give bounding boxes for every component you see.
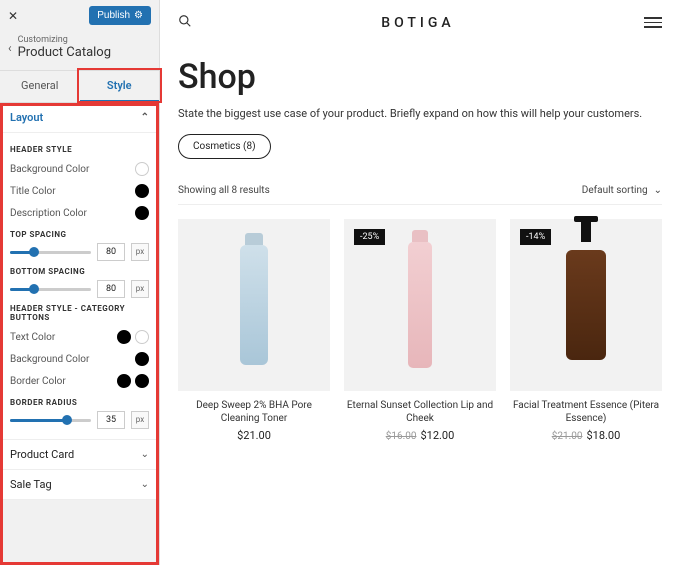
tab-style[interactable]: Style <box>80 71 160 102</box>
site-logo[interactable]: BOTIGA <box>381 15 454 31</box>
sort-dropdown[interactable]: Default sorting ⌄ <box>582 185 662 196</box>
text-color-swatch-2[interactable] <box>135 330 149 344</box>
bottom-spacing-unit[interactable]: px <box>131 280 149 298</box>
border-swatch-1[interactable] <box>117 374 131 388</box>
accordion-sale-tag[interactable]: Sale Tag ⌄ <box>0 470 159 500</box>
bg-color-label: Background Color <box>10 164 89 175</box>
product-price: $16.00$12.00 <box>386 429 455 442</box>
text-color-label: Text Color <box>10 332 55 343</box>
header-style-heading: HEADER STYLE <box>10 145 149 154</box>
section-heading: Customizing Product Catalog <box>18 35 111 60</box>
bg-color-swatch[interactable] <box>135 162 149 176</box>
back-icon[interactable]: ‹ <box>8 41 12 55</box>
border-swatch-2[interactable] <box>135 374 149 388</box>
publish-label: Publish <box>97 10 130 21</box>
desc-color-label: Description Color <box>10 208 87 219</box>
accordion-layout[interactable]: Layout ⌃ <box>0 103 159 133</box>
category-pill[interactable]: Cosmetics (8) <box>178 134 271 159</box>
bottom-spacing-heading: BOTTOM SPACING <box>10 267 149 276</box>
top-spacing-heading: TOP SPACING <box>10 230 149 239</box>
gear-icon[interactable]: ⚙ <box>134 10 143 21</box>
border-radius-heading: BORDER RADIUS <box>10 398 149 407</box>
customizer-tabs: General Style <box>0 71 159 103</box>
hamburger-icon[interactable] <box>644 17 662 28</box>
bottom-spacing-slider[interactable] <box>10 288 91 291</box>
product-card[interactable]: -14% Facial Treatment Essence (Pitera Es… <box>510 219 662 442</box>
product-price: $21.00 <box>237 429 271 442</box>
chevron-up-icon: ⌃ <box>141 112 149 123</box>
product-card[interactable]: -25% Eternal Sunset Collection Lip and C… <box>344 219 496 442</box>
preview-pane: BOTIGA Shop State the biggest use case o… <box>160 0 680 565</box>
sale-tag: -14% <box>520 229 551 245</box>
product-name: Eternal Sunset Collection Lip and Cheek <box>344 399 496 425</box>
bottom-spacing-value[interactable]: 80 <box>97 280 125 298</box>
search-icon[interactable] <box>178 14 192 31</box>
border-radius-value[interactable]: 35 <box>97 411 125 429</box>
border-radius-unit[interactable]: px <box>131 411 149 429</box>
accordion-layout-label: Layout <box>10 111 43 124</box>
section-title: Product Catalog <box>18 45 111 60</box>
customizer-sidebar: ✕ Publish ⚙ ‹ Customizing Product Catalo… <box>0 0 160 565</box>
accordion-product-card[interactable]: Product Card ⌄ <box>0 440 159 470</box>
close-icon[interactable]: ✕ <box>8 9 18 23</box>
sale-tag-label: Sale Tag <box>10 478 52 491</box>
product-card-label: Product Card <box>10 448 74 461</box>
product-image: -14% <box>510 219 662 391</box>
border-radius-slider[interactable] <box>10 419 91 422</box>
product-price: $21.00$18.00 <box>552 429 621 442</box>
product-grid: Deep Sweep 2% BHA Pore Cleaning Toner $2… <box>178 219 662 442</box>
sale-tag: -25% <box>354 229 385 245</box>
top-spacing-value[interactable]: 80 <box>97 243 125 261</box>
result-count: Showing all 8 results <box>178 185 270 196</box>
chevron-down-icon: ⌄ <box>654 185 662 196</box>
product-image <box>178 219 330 391</box>
sort-label: Default sorting <box>582 185 648 196</box>
top-spacing-slider[interactable] <box>10 251 91 254</box>
desc-color-swatch[interactable] <box>135 206 149 220</box>
title-color-swatch[interactable] <box>135 184 149 198</box>
page-title: Shop <box>178 57 662 97</box>
top-spacing-unit[interactable]: px <box>131 243 149 261</box>
product-card[interactable]: Deep Sweep 2% BHA Pore Cleaning Toner $2… <box>178 219 330 442</box>
border-color-label: Border Color <box>10 376 66 387</box>
customizing-label: Customizing <box>18 35 111 45</box>
product-name: Facial Treatment Essence (Pitera Essence… <box>510 399 662 425</box>
bg-color-label-2: Background Color <box>10 354 89 365</box>
cat-buttons-heading: HEADER STYLE - CATEGORY BUTTONS <box>10 304 149 322</box>
tab-general[interactable]: General <box>0 71 80 102</box>
page-description: State the biggest use case of your produ… <box>178 107 662 120</box>
product-image: -25% <box>344 219 496 391</box>
title-color-label: Title Color <box>10 186 56 197</box>
btn-bg-swatch[interactable] <box>135 352 149 366</box>
chevron-down-icon: ⌄ <box>141 449 149 460</box>
text-color-swatch-1[interactable] <box>117 330 131 344</box>
customizer-body: Layout ⌃ HEADER STYLE Background Color T… <box>0 103 159 565</box>
publish-button[interactable]: Publish ⚙ <box>89 6 151 25</box>
product-name: Deep Sweep 2% BHA Pore Cleaning Toner <box>178 399 330 425</box>
chevron-down-icon: ⌄ <box>141 479 149 490</box>
panel-header-style: HEADER STYLE Background Color Title Colo… <box>0 133 159 440</box>
